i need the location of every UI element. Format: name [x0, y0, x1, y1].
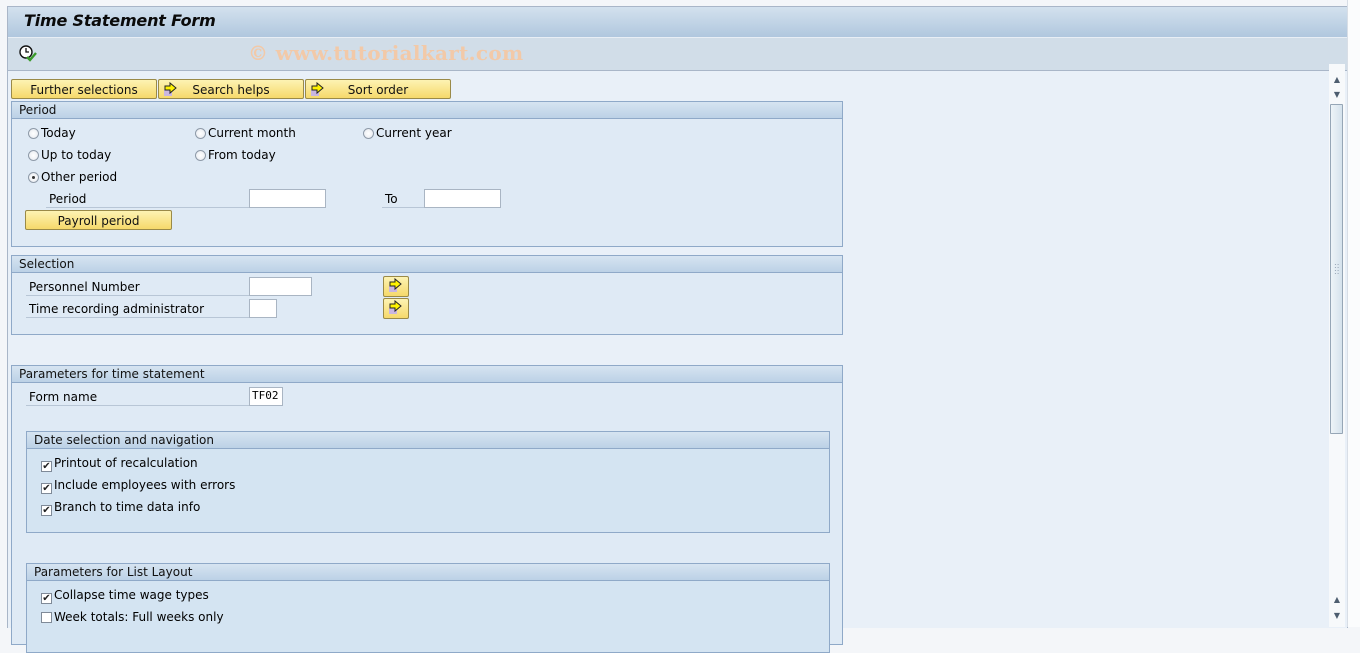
radio-button[interactable]	[28, 128, 39, 139]
list-layout-group-title: Parameters for List Layout	[27, 564, 829, 581]
checkbox[interactable]: ✔	[41, 593, 52, 604]
checkbox-printout-of-recalculation[interactable]: ✔ Printout of recalculation	[41, 455, 198, 472]
search-helps-label: Search helps	[192, 83, 270, 97]
checkbox-include-employees-with-errors[interactable]: ✔ Include employees with errors	[41, 477, 235, 494]
window-edge	[1347, 0, 1360, 627]
checkbox[interactable]	[41, 612, 52, 623]
parameters-group-title: Parameters for time statement	[12, 366, 842, 383]
arrow-right-icon	[389, 278, 402, 292]
date-selection-group: Date selection and navigation ✔ Printout …	[26, 431, 830, 533]
watermark: © www.tutorialkart.com	[248, 41, 524, 65]
radio-other-period[interactable]: Other period	[28, 169, 117, 185]
period-to-input[interactable]	[424, 189, 501, 208]
radio-today[interactable]: Today	[28, 125, 76, 141]
checkbox-label: Printout of recalculation	[54, 456, 198, 470]
radio-label: Current month	[208, 126, 296, 140]
checkbox-collapse-time-wage-types[interactable]: ✔ Collapse time wage types	[41, 587, 209, 604]
checkbox-label: Collapse time wage types	[54, 588, 209, 602]
page-title: Time Statement Form	[24, 11, 216, 30]
radio-button-selected[interactable]	[28, 172, 39, 183]
arrow-right-icon	[311, 82, 324, 96]
list-layout-group: Parameters for List Layout ✔ Collapse tim…	[26, 563, 830, 653]
radio-up-to-today[interactable]: Up to today	[28, 147, 111, 163]
date-selection-group-title: Date selection and navigation	[27, 432, 829, 449]
radio-current-month[interactable]: Current month	[195, 125, 296, 141]
period-from-input[interactable]	[249, 189, 326, 208]
personnel-number-label: Personnel Number	[26, 279, 249, 296]
checkbox-week-totals-full-weeks-only[interactable]: Week totals: Full weeks only	[41, 609, 224, 625]
arrow-right-icon	[164, 82, 177, 96]
checkbox-branch-to-time-data-info[interactable]: ✔ Branch to time data info	[41, 499, 200, 516]
radio-label: Today	[41, 126, 76, 140]
vertical-scrollbar[interactable]: ▲ ▼ :::: ▲ ▼	[1329, 64, 1345, 627]
title-bar: Time Statement Form	[8, 7, 1347, 38]
further-selections-button[interactable]: Further selections	[11, 79, 157, 99]
checkbox[interactable]: ✔	[41, 505, 52, 516]
period-group: Period Today Current month Current year …	[11, 101, 843, 247]
clock-check-icon	[19, 45, 37, 62]
time-recording-administrator-input[interactable]	[249, 299, 277, 318]
scroll-down-icon[interactable]: ▼	[1329, 88, 1345, 102]
personnel-number-multiple-selection-button[interactable]	[383, 276, 409, 297]
radio-current-year[interactable]: Current year	[363, 125, 452, 141]
selection-group: Selection Personnel Number Time recordin…	[11, 255, 843, 335]
selection-screen: Further selections Search helps Sort ord…	[0, 64, 1344, 653]
radio-button[interactable]	[195, 128, 206, 139]
payroll-period-label: Payroll period	[57, 214, 140, 228]
checkbox-label: Include employees with errors	[54, 478, 236, 492]
scrollbar-thumb[interactable]: ::::	[1330, 104, 1343, 434]
period-label: Period	[46, 191, 249, 208]
selection-group-title: Selection	[12, 256, 842, 273]
radio-button[interactable]	[195, 150, 206, 161]
form-name-input[interactable]: TF02	[249, 387, 283, 406]
checkbox[interactable]: ✔	[41, 461, 52, 472]
page-up-icon[interactable]: ▲	[1329, 593, 1345, 607]
checkbox-label: Branch to time data info	[54, 500, 201, 514]
checkbox[interactable]: ✔	[41, 483, 52, 494]
arrow-right-icon	[389, 300, 402, 314]
to-label: To	[382, 191, 424, 208]
search-helps-button[interactable]: Search helps	[158, 79, 304, 99]
grip-icon: ::::	[1334, 261, 1340, 276]
scroll-up-icon[interactable]: ▲	[1329, 73, 1345, 87]
radio-label: Other period	[41, 170, 118, 184]
radio-label: From today	[208, 148, 276, 162]
period-group-title: Period	[12, 102, 842, 119]
personnel-number-input[interactable]	[249, 277, 312, 296]
time-recording-administrator-multiple-selection-button[interactable]	[383, 298, 409, 319]
form-name-label: Form name	[26, 389, 249, 406]
payroll-period-button[interactable]: Payroll period	[25, 210, 172, 230]
radio-label: Up to today	[41, 148, 112, 162]
radio-button[interactable]	[363, 128, 374, 139]
further-selections-label: Further selections	[30, 83, 138, 97]
time-recording-administrator-label: Time recording administrator	[26, 301, 249, 318]
page-down-icon[interactable]: ▼	[1329, 609, 1345, 623]
sort-order-label: Sort order	[347, 83, 409, 97]
radio-label: Current year	[376, 126, 452, 140]
parameters-group: Parameters for time statement Form name …	[11, 365, 843, 653]
sort-order-button[interactable]: Sort order	[305, 79, 451, 99]
radio-from-today[interactable]: From today	[195, 147, 276, 163]
execute-button[interactable]	[18, 44, 38, 64]
checkbox-label: Week totals: Full weeks only	[54, 610, 224, 624]
radio-button[interactable]	[28, 150, 39, 161]
